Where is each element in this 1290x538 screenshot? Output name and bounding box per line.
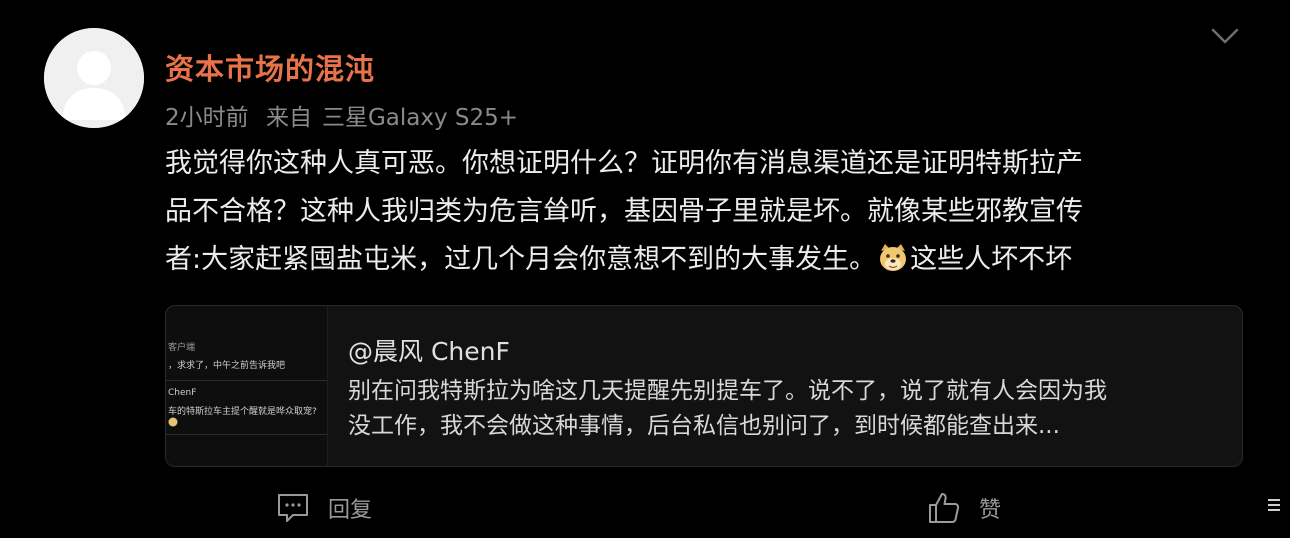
quoted-text-line: 别在问我特斯拉为啥这几天提醒先别提车了。说不了，说了就有人会因为我: [348, 378, 1107, 404]
post-content-text: 这些人坏不坏: [910, 244, 1073, 275]
doge-emoji-icon: [880, 244, 907, 271]
post-meta: 2小时前 来自 三星Galaxy S25+: [165, 98, 528, 132]
post-content-line: 者:大家赶紧囤盐屯米，过几个月会你意想不到的大事发生。 这些人坏不坏: [165, 236, 1195, 284]
post-content-line: 品不合格？这种人我归类为危言耸听，基因骨子里就是坏。就像某些邪教宣传: [165, 196, 1083, 227]
username[interactable]: 资本市场的混沌: [165, 46, 375, 88]
weibo-post: 资本市场的混沌 2小时前 来自 三星Galaxy S25+ 我觉得你这种人真可恶。…: [0, 0, 1290, 538]
quoted-post-card[interactable]: 客户端 ，求求了，中午之前告诉我吧 ChenF 车的特斯拉车主提个醒就是哗众取宠…: [165, 305, 1243, 467]
doge-emoji-icon: [168, 417, 178, 427]
avatar[interactable]: [44, 28, 144, 128]
source-device: 三星Galaxy S25+: [321, 105, 519, 131]
post-content-line: 我觉得你这种人真可恶。你想证明什么？证明你有消息渠道还是证明特斯拉产: [165, 148, 1083, 179]
thumbnail-text: ，求求了，中午之前告诉我吧: [168, 361, 286, 371]
thumbnail-divider: [166, 380, 327, 381]
list-handle-icon: [1268, 499, 1280, 511]
comment-icon: [278, 494, 308, 522]
thumbnail-text: ChenF: [168, 388, 197, 398]
quoted-author[interactable]: @晨风 ChenF: [348, 332, 510, 368]
default-avatar-icon: [44, 28, 144, 128]
quoted-text-line: 没工作，我不会做这种事情，后台私信也别问了，到时候都能查出来...: [348, 413, 1060, 439]
post-content-text: 者:大家赶紧囤盐屯米，过几个月会你意想不到的大事发生。: [165, 244, 877, 275]
post-content: 我觉得你这种人真可恶。你想证明什么？证明你有消息渠道还是证明特斯拉产 品不合格？…: [165, 140, 1195, 284]
thumbnail-text: 客户端: [168, 343, 196, 353]
thumbnail-text: 车的特斯拉车主提个醒就是哗众取宠?: [168, 407, 317, 417]
like-button[interactable]: 赞: [927, 490, 1001, 526]
thumbs-up-icon: [929, 493, 960, 523]
reply-button[interactable]: 回复: [276, 490, 372, 526]
like-label: 赞: [979, 498, 1002, 523]
reply-label: 回复: [328, 498, 373, 523]
post-time: 2小时前: [165, 105, 249, 131]
chevron-down-icon[interactable]: [1210, 24, 1240, 48]
quoted-text: 别在问我特斯拉为啥这几天提醒先别提车了。说不了，说了就有人会因为我 没工作，我不…: [348, 374, 1228, 444]
quoted-post-thumbnail: 客户端 ，求求了，中午之前告诉我吧 ChenF 车的特斯拉车主提个醒就是哗众取宠…: [166, 306, 328, 466]
thumbnail-divider: [166, 434, 327, 435]
source-prefix: 来自: [265, 105, 312, 131]
